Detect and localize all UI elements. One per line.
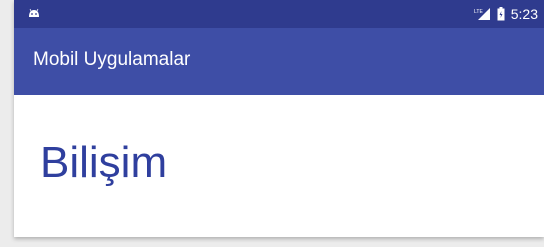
network-type-label: LTE (474, 9, 483, 15)
app-bar: Mobil Uygulamalar (14, 28, 544, 95)
android-icon (29, 8, 39, 17)
phone-screen: LTE 5:23 Mobil Uygulamalar Bilişim (14, 0, 544, 237)
content-area: Bilişim (14, 95, 544, 237)
status-icons: LTE 5:23 (473, 5, 538, 23)
battery-icon (497, 7, 505, 21)
main-text: Bilişim (40, 138, 168, 187)
status-bar: LTE 5:23 (14, 0, 544, 28)
app-title: Mobil Uygulamalar (33, 49, 191, 70)
signal-icon: LTE (474, 8, 490, 20)
status-time: 5:23 (510, 6, 538, 22)
